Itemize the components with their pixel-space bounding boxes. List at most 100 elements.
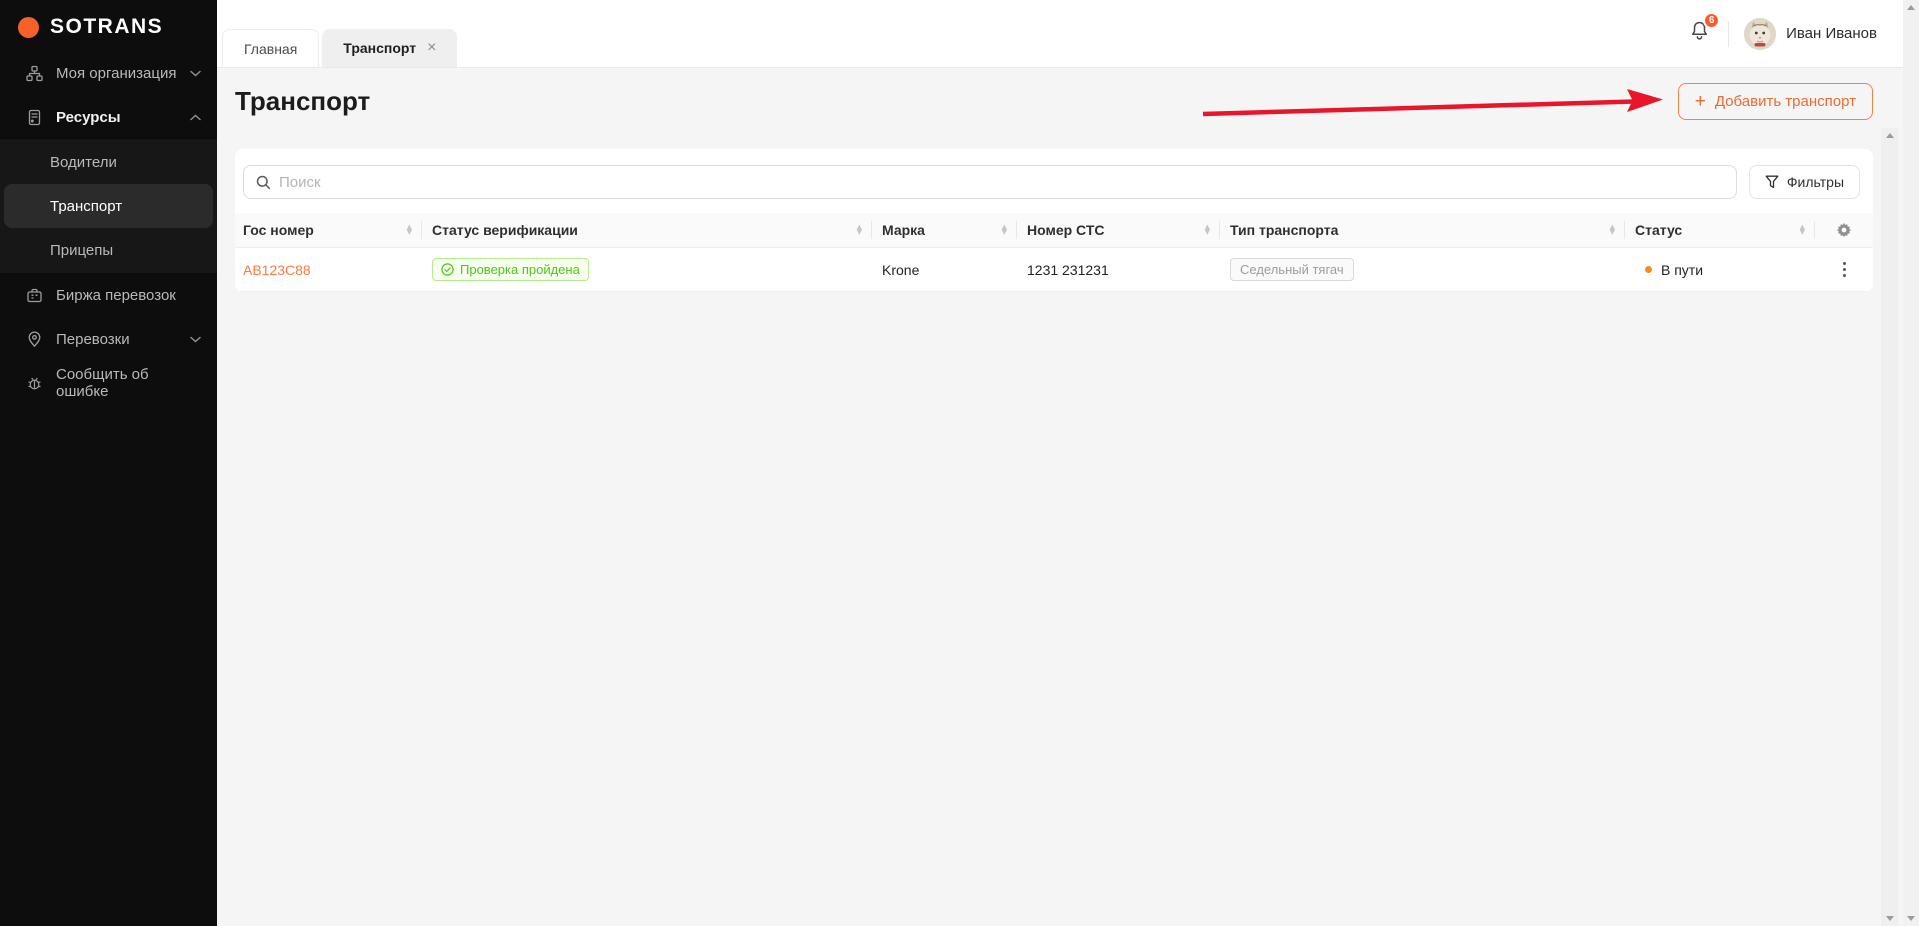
sidebar-item-label: Перевозки (56, 331, 130, 348)
check-circle-icon (441, 263, 454, 276)
sort-icon[interactable]: ▲▼ (1610, 225, 1615, 236)
search-box[interactable] (243, 165, 1737, 199)
sidebar-item-my-organization[interactable]: Моя организация (0, 51, 217, 95)
sidebar-subitem-label: Транспорт (50, 198, 122, 215)
table-header-row: Гос номер ▲▼ Статус верификации ▲▼ Марка… (235, 213, 1873, 248)
search-input[interactable] (279, 174, 1724, 191)
top-header: Главная Транспорт × 6 (217, 0, 1919, 68)
column-header-settings (1815, 213, 1873, 247)
add-transport-label: Добавить транспорт (1715, 93, 1856, 110)
sidebar-item-label: Сообщить об ошибке (56, 366, 201, 400)
cell-verification: Проверка пройдена (422, 258, 872, 281)
filters-button[interactable]: Фильтры (1749, 165, 1860, 199)
notification-badge: 6 (1703, 12, 1720, 29)
column-header-sts[interactable]: Номер СТС ▲▼ (1017, 213, 1220, 247)
table-toolbar: Фильтры (235, 149, 1873, 213)
briefcase-icon (26, 287, 43, 304)
chevron-down-icon (190, 70, 201, 77)
server-icon (26, 109, 43, 126)
column-label: Статус верификации (432, 222, 578, 238)
cell-vehicle-type: Седельный тягач (1220, 258, 1625, 281)
sidebar-subitem-label: Прицепы (50, 242, 113, 259)
column-header-verification[interactable]: Статус верификации ▲▼ (422, 213, 872, 247)
bug-icon (26, 375, 43, 392)
org-chart-icon (26, 65, 43, 82)
sidebar-submenu-resources: Водители Транспорт Прицепы (0, 139, 217, 273)
outer-scrollbar[interactable] (1903, 0, 1919, 926)
gear-icon[interactable] (1836, 222, 1852, 238)
scroll-up-icon[interactable] (1907, 5, 1915, 10)
sidebar-subitem-label: Водители (50, 154, 117, 171)
close-icon[interactable]: × (427, 40, 436, 56)
sort-icon[interactable]: ▲▼ (1002, 225, 1007, 236)
page-title: Транспорт (235, 86, 370, 117)
scroll-down-icon[interactable] (1907, 916, 1915, 921)
status-label: В пути (1661, 262, 1703, 278)
scroll-up-icon[interactable] (1886, 133, 1894, 138)
chevron-down-icon (190, 336, 201, 343)
cell-sts-number: 1231 231231 (1017, 262, 1220, 278)
header-divider (1728, 21, 1729, 47)
funnel-icon (1765, 175, 1779, 189)
avatar[interactable] (1744, 18, 1776, 50)
chevron-up-icon (190, 114, 201, 121)
column-header-brand[interactable]: Марка ▲▼ (872, 213, 1017, 247)
column-label: Гос номер (243, 222, 314, 238)
logo-circle-icon (18, 17, 39, 38)
app-logo: SOTRANS (0, 0, 217, 51)
status-dot-icon (1645, 266, 1652, 273)
cell-brand: Krone (872, 262, 1017, 278)
sidebar-item-resources[interactable]: Ресурсы (0, 95, 217, 139)
inner-scrollbar[interactable] (1881, 128, 1898, 926)
sort-icon[interactable]: ▲▼ (1800, 225, 1805, 236)
search-icon (256, 175, 271, 190)
kebab-menu-icon[interactable] (1839, 258, 1850, 281)
plus-icon: + (1695, 92, 1706, 111)
add-transport-button[interactable]: + Добавить транспорт (1678, 83, 1873, 120)
tab-label: Транспорт (343, 40, 416, 56)
table-row[interactable]: AB123C88 Проверка пройдена Krone 1231 23… (235, 248, 1873, 292)
column-label: Статус (1635, 222, 1682, 238)
page-header: Транспорт + Добавить транспорт (235, 82, 1873, 120)
sidebar-item-transport[interactable]: Транспорт (4, 184, 213, 228)
sort-icon[interactable]: ▲▼ (1205, 225, 1210, 236)
sidebar-item-report-bug[interactable]: Сообщить об ошибке (0, 361, 217, 405)
verification-label: Проверка пройдена (460, 262, 580, 277)
sidebar-item-trailers[interactable]: Прицепы (4, 228, 213, 272)
sidebar-item-shipments[interactable]: Перевозки (0, 317, 217, 361)
column-label: Номер СТС (1027, 222, 1105, 238)
sidebar-item-label: Моя организация (56, 65, 176, 82)
sidebar-item-label: Ресурсы (56, 109, 121, 126)
column-label: Марка (882, 222, 925, 238)
column-header-type[interactable]: Тип транспорта ▲▼ (1220, 213, 1625, 247)
cell-plate: AB123C88 (235, 262, 422, 278)
user-name: Иван Иванов (1786, 25, 1877, 42)
cell-status: В пути (1625, 262, 1815, 278)
plate-link[interactable]: AB123C88 (243, 262, 311, 278)
cell-actions (1815, 258, 1873, 281)
brand-name: SOTRANS (50, 15, 163, 39)
verification-badge: Проверка пройдена (432, 258, 589, 281)
tab-label: Главная (244, 41, 297, 57)
filters-label: Фильтры (1787, 174, 1844, 190)
sidebar: SOTRANS Моя организация Ресурсы Водители… (0, 0, 217, 926)
sidebar-item-label: Биржа перевозок (56, 287, 176, 304)
scroll-down-icon[interactable] (1886, 916, 1894, 921)
column-label: Тип транспорта (1230, 222, 1338, 238)
map-pin-icon (26, 331, 43, 348)
sidebar-item-drivers[interactable]: Водители (4, 140, 213, 184)
sort-icon[interactable]: ▲▼ (857, 225, 862, 236)
transport-table-card: Фильтры Гос номер ▲▼ Статус верификации … (235, 149, 1873, 292)
tab-bar: Главная Транспорт × (222, 29, 457, 67)
user-area: 6 Иван Иванов (1689, 18, 1919, 50)
column-header-plate[interactable]: Гос номер ▲▼ (235, 213, 422, 247)
notifications-button[interactable]: 6 (1689, 20, 1710, 47)
tab-home[interactable]: Главная (222, 29, 319, 67)
column-header-status[interactable]: Статус ▲▼ (1625, 213, 1815, 247)
tab-transport[interactable]: Транспорт × (322, 29, 457, 67)
sidebar-item-freight-exchange[interactable]: Биржа перевозок (0, 273, 217, 317)
vehicle-type-tag: Седельный тягач (1230, 258, 1354, 281)
sort-icon[interactable]: ▲▼ (407, 225, 412, 236)
cat-avatar-image (1744, 18, 1776, 50)
main-area: Главная Транспорт × 6 (217, 0, 1919, 926)
